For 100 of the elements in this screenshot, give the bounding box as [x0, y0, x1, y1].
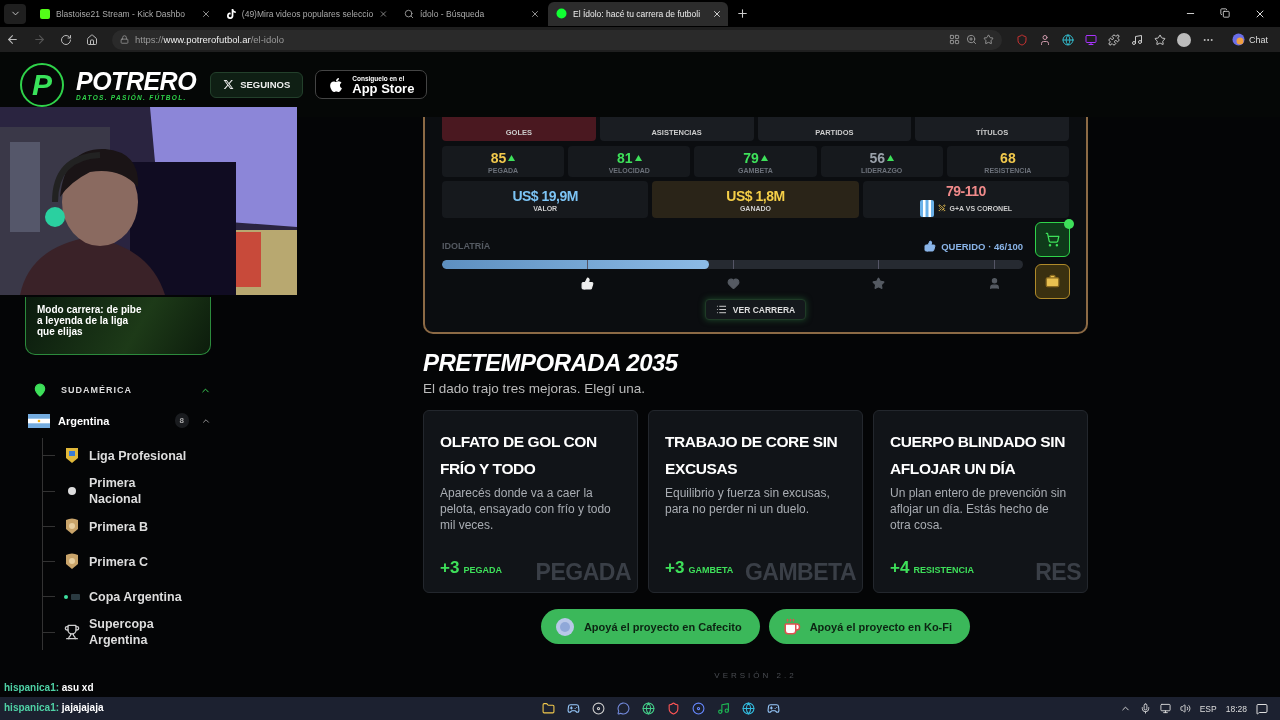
chat-message: hispanica1: jajajajaja	[4, 702, 104, 713]
address-field[interactable]: https://www.potrerofutbol.ar/el-idolo	[112, 29, 1002, 50]
upgrade-description: Equilibrio y fuerza sin excusas, para no perder ni un duelo.	[665, 485, 831, 517]
support-button[interactable]: Apoyá el proyecto en Cafecito	[540, 609, 760, 644]
finance-value: 79-110	[945, 182, 986, 199]
ball-icon	[67, 486, 77, 496]
cart-icon	[1045, 232, 1060, 247]
idolatry-label: IDOLATRÍA	[442, 241, 491, 251]
upgrade-bonus: +3 PEGADA	[440, 558, 502, 578]
globe-icon[interactable]	[641, 702, 655, 715]
clock[interactable]: 18:28	[1225, 703, 1247, 714]
close-icon[interactable]	[712, 8, 722, 19]
restore-icon[interactable]	[1220, 7, 1230, 18]
language-indicator[interactable]: ESP	[1199, 703, 1217, 714]
close-icon[interactable]	[201, 8, 211, 19]
grid-icon[interactable]	[949, 34, 960, 45]
browser-tab[interactable]: (49)Mira videos populares seleccio	[219, 1, 394, 26]
chat-button[interactable]: Chat	[1228, 31, 1272, 48]
browser-tab[interactable]: Blastoise21 Stream - Kick Dashbo	[32, 1, 217, 26]
league-item[interactable]: Primera B	[89, 518, 189, 535]
league-item[interactable]: Copa Argentina	[89, 588, 189, 605]
favorites-icon[interactable]	[1154, 33, 1166, 46]
league-item[interactable]: Supercopa Argentina	[89, 616, 189, 648]
back-icon[interactable]	[6, 33, 19, 46]
section-subtitle: El dado trajo tres mejoras. Elegí una.	[423, 381, 647, 396]
mic-icon[interactable]	[1139, 703, 1151, 714]
face-icon[interactable]	[1039, 33, 1051, 46]
gamepad-icon[interactable]	[766, 702, 780, 715]
puzzle-icon[interactable]	[1108, 33, 1120, 46]
thumbs-up-icon	[924, 240, 937, 252]
x-logo-icon	[223, 79, 235, 90]
tab-title: ídolo - Búsqueda	[420, 8, 486, 19]
upgrade-title: CUERPO BLINDADO SIN AFLOJAR UN DÍA	[890, 432, 1066, 479]
tab-title: (49)Mira videos populares seleccio	[241, 8, 374, 19]
attribute-value: 79	[743, 149, 759, 166]
country-name[interactable]: Argentina	[58, 414, 167, 427]
copilot-icon	[1232, 33, 1245, 46]
flag-icon	[28, 413, 50, 428]
upgrade-bonus: +3 GAMBETA	[665, 558, 734, 578]
new-tab-icon[interactable]	[736, 7, 749, 20]
shield-icon[interactable]	[666, 702, 680, 715]
list-icon	[715, 304, 727, 315]
kick-icon	[40, 8, 50, 19]
browser-tab[interactable]: El Ídolo: hacé tu carrera de futboli	[548, 1, 728, 26]
attribute-value: 81	[617, 149, 633, 166]
briefcase-icon	[1045, 274, 1060, 289]
folder-icon[interactable]	[541, 702, 555, 715]
idolatry-status: QUERIDO · 46/100	[941, 240, 1023, 252]
tab-title: El Ídolo: hacé tu carrera de futboli	[573, 8, 702, 19]
shield-icon	[65, 553, 79, 570]
briefcase-button[interactable]	[1035, 264, 1070, 299]
finance-value: US$ 19,9M	[512, 187, 578, 204]
gamepad-icon[interactable]	[566, 702, 580, 715]
version-text: VERSIÓN 2.2	[714, 671, 797, 680]
upgrade-title: TRABAJO DE CORE SIN EXCUSAS	[665, 432, 839, 479]
career-button[interactable]: VER CARRERA	[704, 299, 807, 320]
tab-list-button[interactable]	[4, 3, 26, 24]
volume-icon[interactable]	[1179, 703, 1191, 714]
follow-button[interactable]: SEGUINOS	[210, 71, 304, 98]
browser-tab[interactable]: ídolo - Búsqueda	[396, 1, 546, 26]
disc-icon[interactable]	[691, 702, 705, 715]
star-icon[interactable]	[983, 34, 994, 45]
globe-icon[interactable]	[1062, 33, 1074, 46]
trophy-icon	[64, 624, 80, 640]
globe-icon[interactable]	[741, 702, 755, 715]
upgrade-bonus: +4 RESISTENCIA	[890, 558, 974, 578]
league-item[interactable]: Liga Profesional	[89, 447, 189, 464]
screen-icon[interactable]	[1159, 703, 1171, 714]
reload-icon[interactable]	[60, 33, 72, 46]
disc-icon[interactable]	[591, 702, 605, 715]
upgrade-description: Aparecés donde va a caer la pelota, ensayado con frío y todo mil veces.	[440, 485, 612, 533]
zoom-icon[interactable]	[966, 34, 977, 45]
dots-icon	[63, 592, 81, 601]
league-item[interactable]: Primera C	[89, 553, 189, 570]
logo-text: POTRERO	[76, 68, 197, 94]
music-icon[interactable]	[1131, 33, 1143, 46]
apple-icon	[328, 76, 345, 93]
home-icon[interactable]	[86, 33, 98, 46]
tab-title: Blastoise21 Stream - Kick Dashbo	[56, 8, 186, 19]
map-pin-icon	[33, 383, 47, 397]
region-name[interactable]: SUDAMÉRICA	[61, 385, 186, 395]
chat-bubble-icon[interactable]	[616, 702, 630, 715]
finance-value: US$ 1,8M	[726, 187, 785, 204]
promo-text: Modo carrera: de pibe a leyenda de la liga que elijas	[37, 304, 143, 337]
count-badge: 8	[174, 413, 189, 428]
attribute-value: 56	[869, 149, 885, 166]
music-note-icon	[227, 8, 236, 19]
close-icon[interactable]	[530, 8, 540, 19]
swords-icon	[937, 204, 946, 212]
music-icon[interactable]	[716, 702, 730, 715]
promo-card[interactable]: Modo carrera: de pibe a leyenda de la liga que elijas	[25, 297, 211, 355]
notifications-icon[interactable]	[1256, 702, 1268, 715]
section-title: PRETEMPORADA 2035	[423, 349, 680, 377]
shield-icon	[65, 447, 79, 464]
support-button[interactable]: Apoyá el proyecto en Ko-Fi	[768, 609, 971, 644]
avatar-icon[interactable]	[1177, 32, 1191, 47]
cart-button[interactable]	[1035, 222, 1070, 257]
shield-icon[interactable]	[1016, 33, 1028, 46]
league-item[interactable]: Primera Nacional	[89, 475, 189, 507]
shield-icon	[65, 518, 79, 535]
